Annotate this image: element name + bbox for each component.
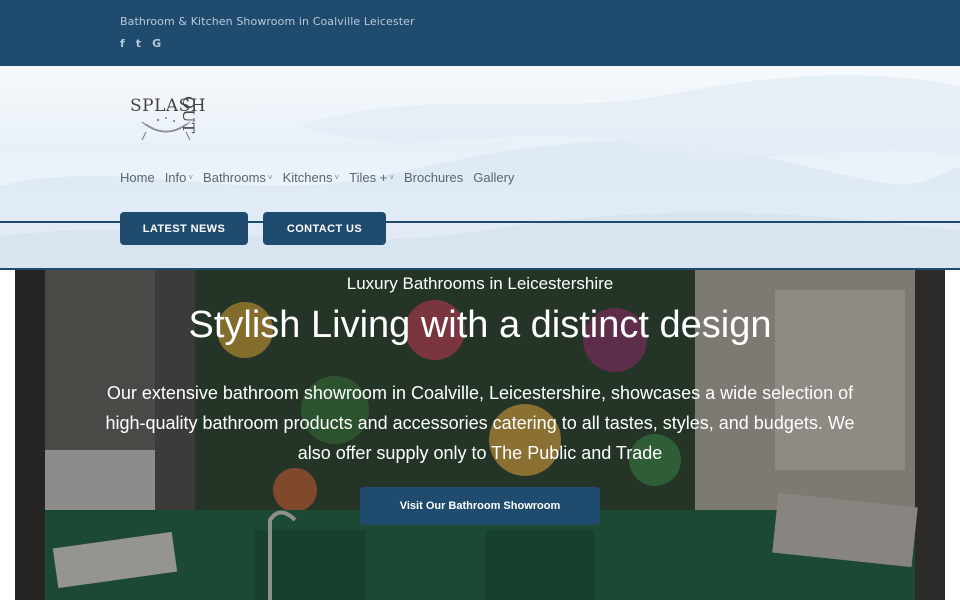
nav-item-brochures[interactable]: Brochures: [404, 170, 463, 185]
nav-item-bathrooms[interactable]: Bathrooms ˅: [203, 170, 273, 185]
contact-us-button[interactable]: CONTACT US: [263, 212, 386, 245]
hero-description: Our extensive bathroom showroom in Coalv…: [105, 383, 855, 463]
nav-item-label: Kitchens: [282, 170, 333, 185]
nav-item-home[interactable]: Home: [120, 170, 155, 185]
hero-eyebrow: Luxury Bathrooms in Leicestershire: [346, 274, 614, 293]
header-buttons: LATEST NEWS CONTACT US: [120, 212, 386, 245]
site-logo[interactable]: SPLASH OUT: [128, 92, 224, 144]
bathtub-logo-icon: [141, 117, 191, 141]
nav-item-label: Bathrooms: [203, 170, 266, 185]
twitter-icon[interactable]: t: [136, 37, 141, 51]
google-icon[interactable]: G: [152, 37, 161, 51]
top-bar: Bathroom & Kitchen Showroom in Coalville…: [0, 0, 960, 66]
chevron-down-icon: ˅: [334, 173, 340, 182]
nav-item-label: Home: [120, 170, 155, 185]
nav-item-label: Brochures: [403, 170, 464, 185]
latest-news-button[interactable]: LATEST NEWS: [120, 212, 248, 245]
main-nav: Home Info ˅ Bathrooms ˅ Kitchens ˅ Tiles + ˅…: [120, 170, 524, 185]
chevron-down-icon: ˅: [389, 173, 394, 182]
chevron-down-icon: ˅: [188, 173, 194, 182]
nav-item-label: Gallery: [473, 170, 515, 185]
nav-item-tiles[interactable]: Tiles + ˅: [349, 170, 394, 185]
nav-item-kitchens[interactable]: Kitchens ˅: [283, 170, 340, 185]
social-links: f t G: [120, 37, 161, 51]
nav-item-label: Tiles +: [349, 170, 388, 185]
facebook-icon[interactable]: f: [120, 37, 125, 51]
chevron-down-icon: ˅: [267, 173, 273, 182]
nav-item-label: Info: [164, 170, 187, 185]
tagline: Bathroom & Kitchen Showroom in Coalville…: [120, 15, 415, 28]
hero-title: Stylish Living with a distinct design: [188, 304, 772, 346]
site-header: SPLASH OUT Home Info ˅ Bathrooms ˅ Kitchen…: [0, 66, 960, 270]
visit-showroom-button[interactable]: Visit Our Bathroom Showroom: [360, 487, 600, 525]
nav-item-info[interactable]: Info ˅: [165, 170, 193, 185]
hero-banner: Luxury Bathrooms in Leicestershire Styli…: [15, 270, 945, 600]
nav-item-gallery[interactable]: Gallery: [473, 170, 514, 185]
